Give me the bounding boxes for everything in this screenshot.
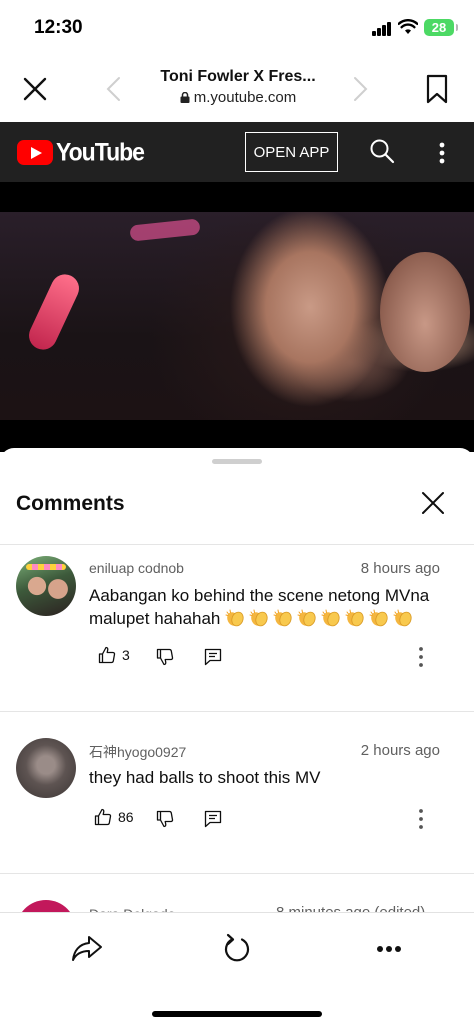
lock-icon [180,92,190,103]
page-title: Toni Fowler X Fres... [160,68,316,85]
close-icon[interactable] [421,491,445,515]
url-text: m.youtube.com [193,89,297,106]
comment-time: 2 hours ago [360,742,440,759]
browser-nav-bar: Toni Fowler X Fres... m.youtube.com [0,54,474,122]
clapping-hands-emoji [249,609,268,627]
comment-time: 8 hours ago [360,560,440,577]
home-indicator[interactable] [152,1011,322,1017]
clapping-hands-emoji [225,609,244,627]
thumbs-down-icon[interactable] [156,810,174,828]
clapping-hands-emoji-row [220,609,417,628]
more-vertical-icon[interactable] [438,142,446,164]
reply-icon[interactable] [204,648,222,666]
thumbs-down-icon[interactable] [156,648,174,666]
divider [0,544,474,545]
thumbs-up-icon [94,808,112,826]
drag-handle[interactable] [212,459,262,464]
video-figure [380,252,470,372]
chevron-left-icon[interactable] [104,76,124,102]
like-count: 3 [122,647,130,663]
comments-title: Comments [16,492,125,515]
youtube-logo[interactable]: YouTube [17,137,145,166]
thumbs-up-icon [98,646,116,664]
search-icon[interactable] [369,138,395,164]
status-bar: 12:30 28 [0,0,474,54]
video-prop [129,218,201,242]
share-icon[interactable] [70,933,104,965]
video-frame [0,212,474,420]
avatar[interactable] [16,738,76,798]
battery-indicator: 28 [424,19,458,36]
youtube-play-icon [17,139,53,165]
video-player[interactable] [0,182,474,452]
wifi-icon [398,19,418,34]
url-display[interactable]: m.youtube.com [136,89,340,106]
youtube-wordmark: YouTube [56,137,145,166]
clapping-hands-emoji [393,609,412,627]
status-time: 12:30 [34,17,83,38]
comment-text: Aabangan ko behind the scene netong MVna… [89,584,449,630]
more-vertical-icon[interactable] [418,646,424,668]
like-button[interactable]: 86 [94,808,134,826]
open-app-button[interactable]: OPEN APP [245,132,338,172]
divider [0,873,474,874]
like-count: 86 [118,809,134,825]
clapping-hands-emoji [369,609,388,627]
youtube-header: YouTube OPEN APP [0,122,474,182]
more-horizontal-icon[interactable] [376,945,402,953]
video-prop [24,269,84,355]
clapping-hands-emoji [321,609,340,627]
avatar[interactable] [16,556,76,616]
chevron-right-icon[interactable] [350,76,370,102]
clapping-hands-emoji [345,609,364,627]
bookmark-icon[interactable] [426,74,448,104]
clapping-hands-emoji [297,609,316,627]
divider [0,711,474,712]
browser-toolbar [0,912,474,1026]
comment-text: they had balls to shoot this MV [89,768,321,787]
clapping-hands-emoji [273,609,292,627]
cellular-signal-icon [372,22,392,36]
close-icon[interactable] [20,74,50,104]
reply-icon[interactable] [204,810,222,828]
reload-icon[interactable] [222,933,252,965]
more-vertical-icon[interactable] [418,808,424,830]
comment-author[interactable]: eniluap codnob [89,560,184,576]
comment-author[interactable]: 石神hyogo0927 [89,742,186,762]
like-button[interactable]: 3 [98,646,130,664]
